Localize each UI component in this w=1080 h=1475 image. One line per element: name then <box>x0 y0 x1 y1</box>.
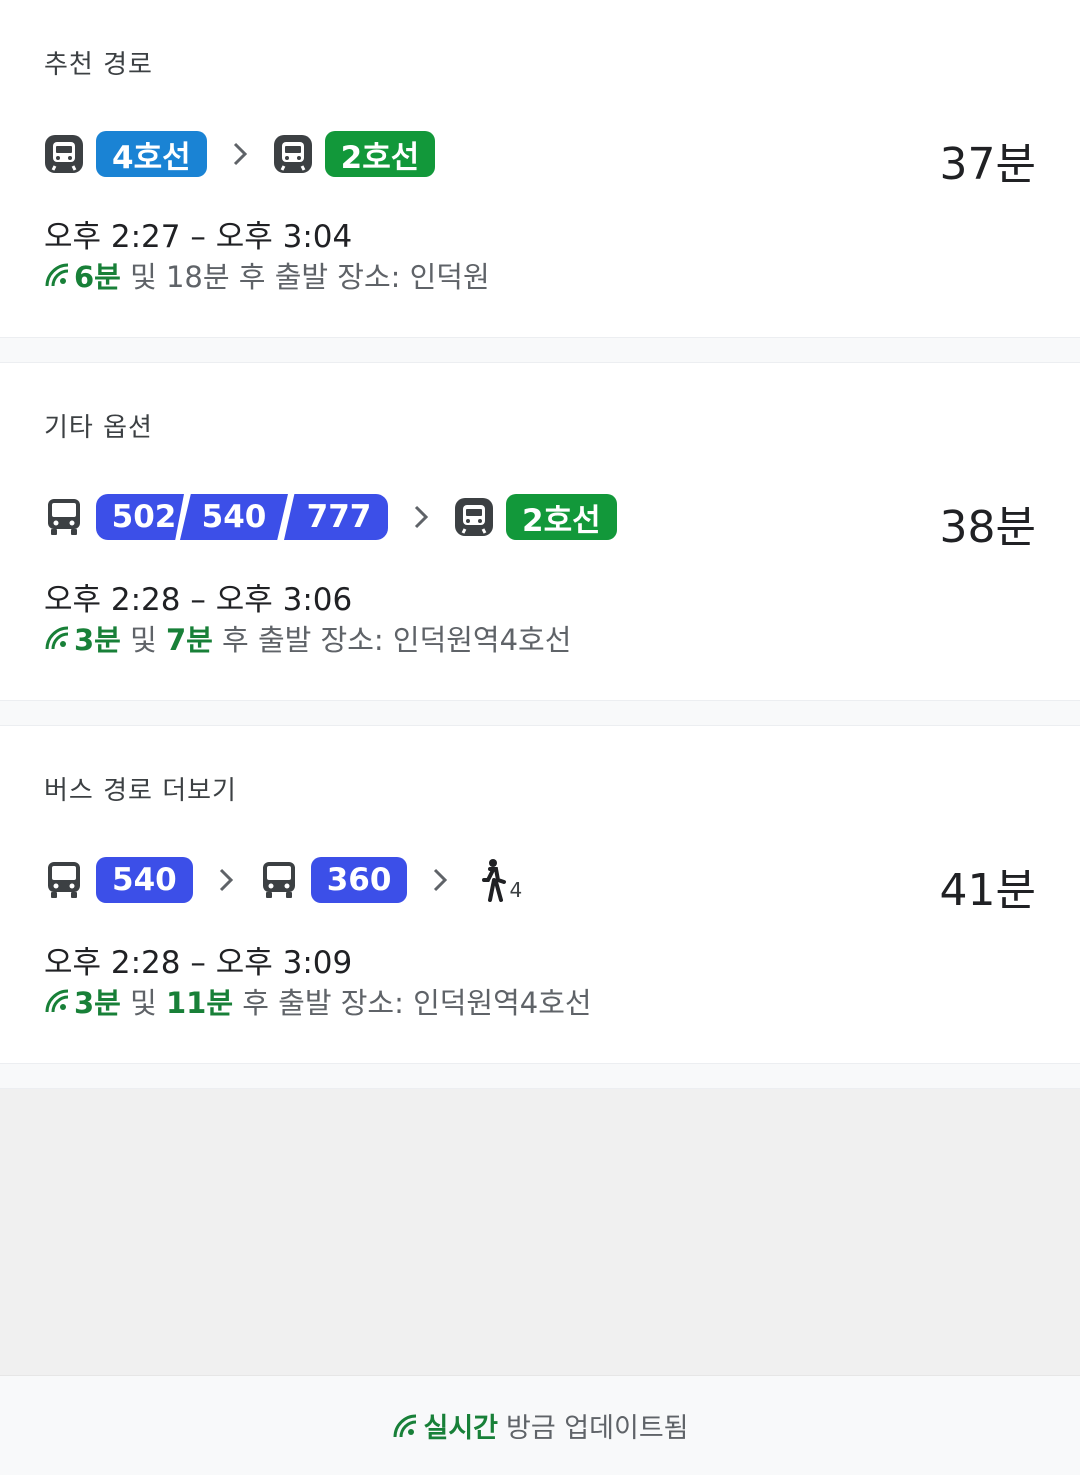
time-range: 오후 2:28 – 오후 3:06 <box>44 582 353 618</box>
route-duration: 41분 <box>939 865 1036 916</box>
chevron-right-icon <box>417 860 463 900</box>
subway-icon <box>273 134 313 174</box>
realtime-icon <box>45 989 69 1013</box>
section-title: 추천 경로 <box>44 50 153 80</box>
line-badge-2: 2호선 <box>324 131 436 177</box>
update-status: 방금 업데이트됨 <box>506 1413 689 1444</box>
realtime-icon <box>45 626 69 650</box>
departure-first: 3분 <box>74 623 121 657</box>
chevron-right-icon <box>203 860 249 900</box>
departure-suffix: 후 출발 장소: 인덕원역4호선 <box>233 986 592 1020</box>
realtime-label: 실시간 <box>423 1413 499 1444</box>
line-badge-4: 4호선 <box>96 131 207 177</box>
line-badge-2: 2호선 <box>506 494 617 540</box>
bus-icon <box>44 860 84 900</box>
chevron-right-icon <box>398 497 444 537</box>
bus-number: 540 <box>180 494 288 540</box>
bus-number: 502 <box>96 494 184 540</box>
realtime-departure: 3분 및 7분 후 출발 장소: 인덕원역4호선 <box>44 617 571 659</box>
departure-and: 및 <box>120 260 166 294</box>
bus-number-badge: 360 <box>310 857 408 903</box>
walk-minutes: 4 <box>509 878 523 902</box>
realtime-departure: 6분 및 18분 후 출발 장소: 인덕원 <box>44 254 490 296</box>
realtime-icon <box>393 1414 416 1437</box>
route-card-other[interactable]: 기타 옵션 502 540 777 2호선 38분 오후 2:28 – 오후 3… <box>0 363 1080 700</box>
route-duration: 38분 <box>939 502 1036 553</box>
departure-and: 및 <box>120 986 166 1020</box>
route-duration: 37분 <box>939 139 1036 190</box>
time-range: 오후 2:28 – 오후 3:09 <box>44 945 353 981</box>
route-card-more-bus[interactable]: 버스 경로 더보기 540 360 4 41분 오후 2:28 – 오후 3:0… <box>0 726 1080 1063</box>
section-divider <box>0 1063 1080 1089</box>
section-title: 버스 경로 더보기 <box>44 776 237 806</box>
realtime-icon <box>45 263 69 287</box>
realtime-departure: 3분 및 11분 후 출발 장소: 인덕원역4호선 <box>44 980 592 1022</box>
bus-number: 777 <box>284 494 388 540</box>
departure-first: 6분 <box>74 260 121 294</box>
section-divider <box>0 700 1080 726</box>
departure-suffix: 후 출발 장소: 인덕원 <box>229 260 490 294</box>
route-legs: 502 540 777 2호선 <box>44 493 617 541</box>
update-status-bar: 실시간 방금 업데이트됨 <box>0 1375 1080 1475</box>
departure-and: 및 <box>120 623 166 657</box>
bus-icon <box>44 497 84 537</box>
chevron-right-icon <box>217 134 263 174</box>
bus-number-badge: 540 <box>96 857 193 903</box>
departure-first: 3분 <box>74 986 121 1020</box>
departure-second: 7분 <box>165 623 213 657</box>
subway-icon <box>454 497 494 537</box>
subway-icon <box>44 134 84 174</box>
route-legs: 540 360 4 <box>44 856 522 904</box>
departure-second: 11분 <box>165 986 234 1020</box>
route-card-recommended[interactable]: 추천 경로 4호선 2호선 37분 오후 2:27 – 오후 3:04 6분 및… <box>0 0 1080 337</box>
route-legs: 4호선 2호선 <box>44 130 436 178</box>
section-title: 기타 옵션 <box>44 413 153 443</box>
departure-suffix: 후 출발 장소: 인덕원역4호선 <box>212 623 572 657</box>
walk-icon <box>473 859 513 902</box>
time-range: 오후 2:27 – 오후 3:04 <box>44 219 353 255</box>
bus-numbers-badge: 502 540 777 <box>96 494 388 540</box>
section-divider <box>0 337 1080 363</box>
bus-icon <box>259 860 299 900</box>
departure-second: 18분 <box>165 260 230 294</box>
